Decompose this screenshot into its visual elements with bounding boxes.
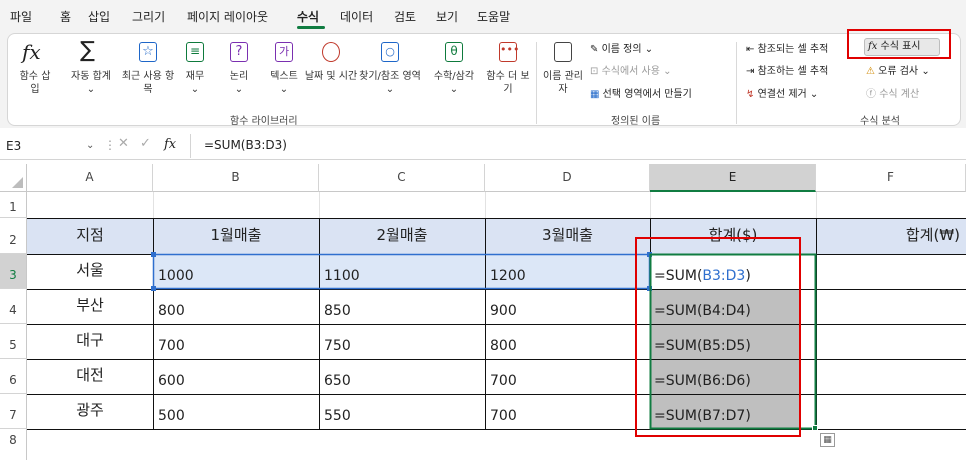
cell-branch[interactable]: 부산	[27, 297, 153, 314]
cell-feb[interactable]: 750	[324, 338, 351, 355]
cell-feb[interactable]: 1100	[324, 268, 360, 285]
header-total-krw[interactable]: 합계(₩)	[870, 227, 966, 244]
header-jan-sales[interactable]: 1월매출	[153, 227, 319, 244]
cell-jan[interactable]: 600	[158, 373, 185, 390]
cell-feb[interactable]: 850	[324, 303, 351, 320]
fill-handle[interactable]	[812, 425, 818, 431]
cell-mar[interactable]: 900	[490, 303, 517, 320]
cell-mar[interactable]: 700	[490, 373, 517, 390]
cell-jan[interactable]: 500	[158, 408, 185, 425]
cell-branch[interactable]: 대전	[27, 367, 153, 384]
cell-feb[interactable]: 550	[324, 408, 351, 425]
cell-branch[interactable]: 대구	[27, 332, 153, 349]
header-feb-sales[interactable]: 2월매출	[319, 227, 485, 244]
cell-branch[interactable]: 서울	[27, 262, 153, 279]
cell-branch[interactable]: 광주	[27, 402, 153, 419]
header-mar-sales[interactable]: 3월매출	[485, 227, 650, 244]
cell-mar[interactable]: 700	[490, 408, 517, 425]
formula-column-highlight	[635, 237, 801, 437]
cell-mar[interactable]: 800	[490, 338, 517, 355]
cell-feb[interactable]: 650	[324, 373, 351, 390]
cell-mar[interactable]: 1200	[490, 268, 526, 285]
cell-jan[interactable]: 700	[158, 338, 185, 355]
cell-jan[interactable]: 1000	[158, 268, 194, 285]
cell-jan[interactable]: 800	[158, 303, 185, 320]
quick-analysis-icon[interactable]: ▦	[820, 433, 835, 447]
header-branch[interactable]: 지점	[27, 227, 153, 244]
